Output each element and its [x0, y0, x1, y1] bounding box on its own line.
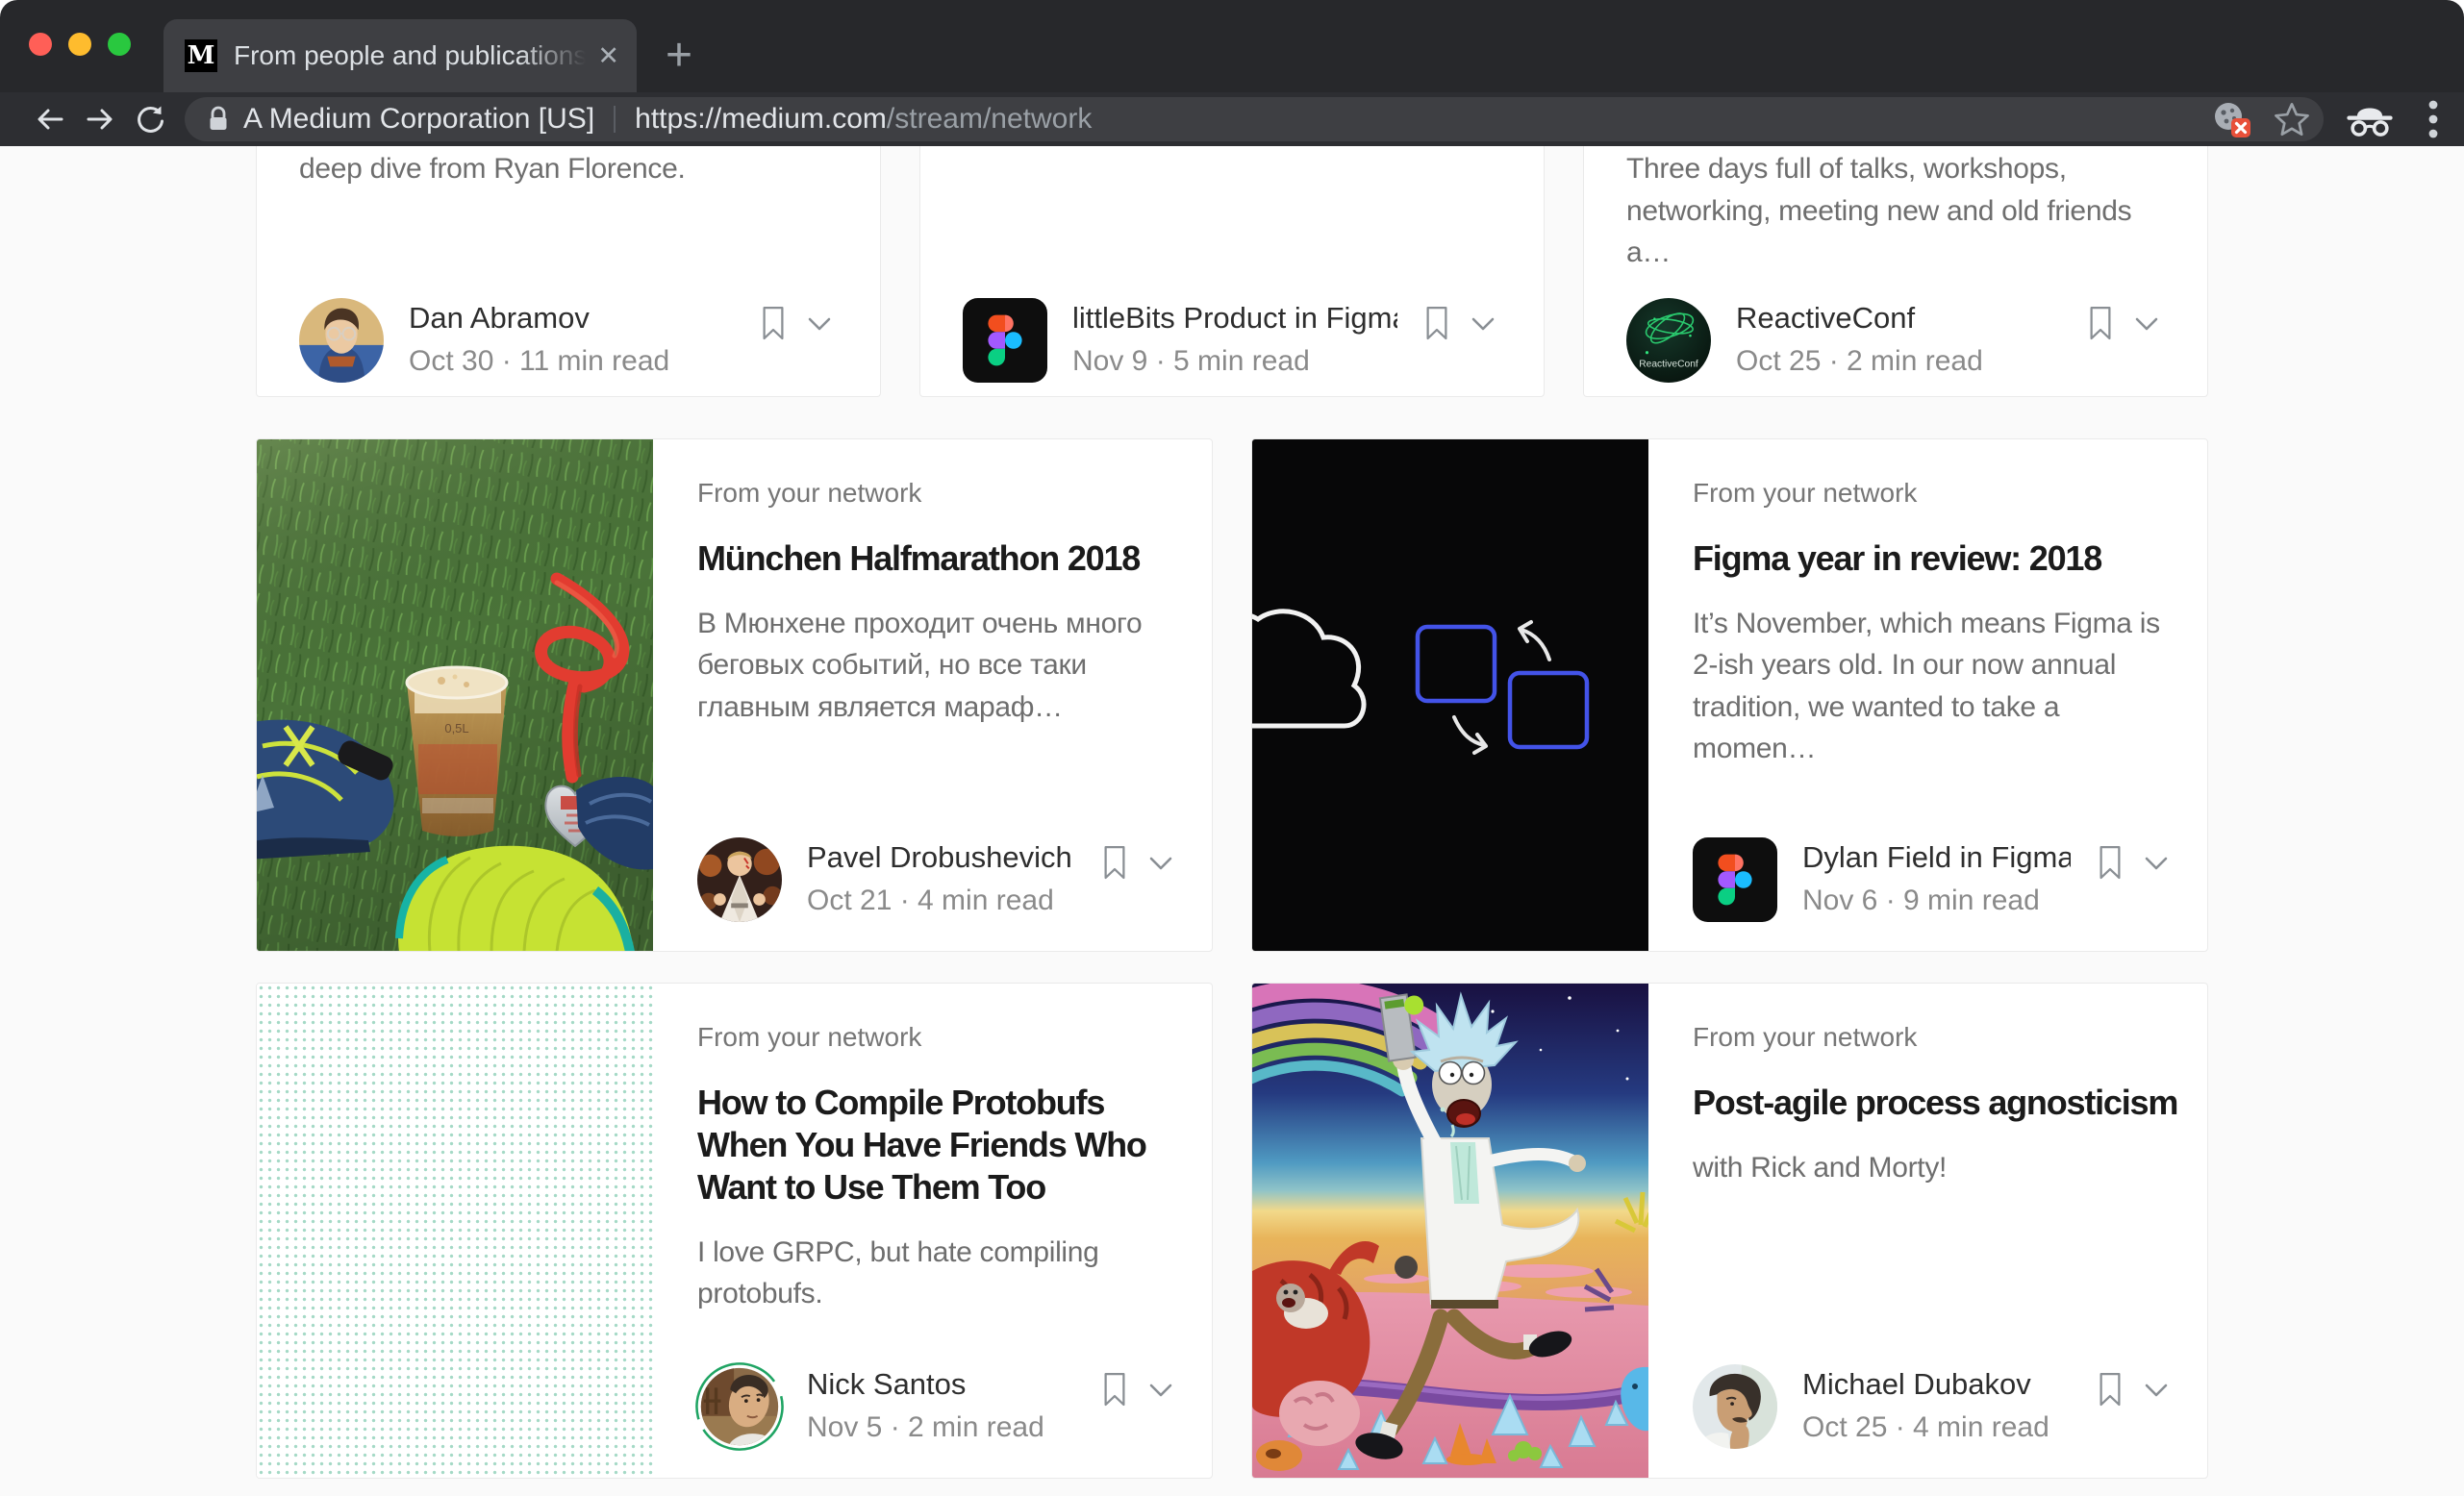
author-name[interactable]: Dylan Field in Figma Des…	[1802, 840, 2071, 875]
tab-strip: M From people and publications y ✕ +	[0, 0, 2464, 92]
medium-network-feed: deep dive from Ryan Florence.	[0, 146, 2464, 1496]
story-card-protobufs[interactable]: From your network How to Compile Protobu…	[256, 983, 1213, 1479]
bookmark-icon[interactable]	[1422, 304, 1451, 342]
url-host: https://medium.com	[635, 103, 887, 136]
author-name[interactable]: Michael Dubakov	[1802, 1367, 2049, 1402]
story-excerpt: It’s November, which means Figma is 2-is…	[1693, 603, 2182, 770]
from-network-label: From your network	[697, 478, 1187, 509]
omnibox-divider	[614, 106, 616, 133]
zoom-window-button[interactable]	[108, 33, 131, 56]
avatar-dan-abramov[interactable]	[299, 298, 384, 383]
medium-favicon: M	[185, 39, 217, 72]
rick-and-morty-cartoon	[1252, 984, 1648, 1478]
grass-medal-photo: 0,5L	[257, 439, 653, 951]
story-meta: Oct 30 · 11 min read	[409, 345, 669, 378]
story-image-rick-morty[interactable]	[1252, 984, 1648, 1478]
story-meta: Oct 21 · 4 min read	[807, 885, 1072, 917]
chevron-down-icon[interactable]	[1148, 843, 1173, 882]
site-identity-chip[interactable]: A Medium Corporation [US]	[208, 103, 594, 136]
story-card-figma-year-review[interactable]: From your network Figma year in review: …	[1251, 438, 2208, 952]
author-name[interactable]: ReactiveConf	[1736, 301, 1983, 336]
close-window-button[interactable]	[29, 33, 52, 56]
back-button[interactable]	[25, 103, 75, 136]
site-identity-text: A Medium Corporation [US]	[243, 103, 594, 136]
from-network-label: From your network	[697, 1022, 1187, 1053]
reload-button[interactable]	[125, 103, 175, 136]
cookie-blocked-icon	[2212, 99, 2252, 139]
from-network-label: From your network	[1693, 478, 2182, 509]
author-name[interactable]: Nick Santos	[807, 1367, 1044, 1402]
avatar-figma-logo[interactable]	[963, 298, 1047, 383]
avatar-nick-santos[interactable]	[694, 1361, 785, 1452]
story-meta: Nov 6 · 9 min read	[1802, 885, 2071, 917]
reload-icon	[134, 103, 166, 136]
browser-tab[interactable]: M From people and publications y ✕	[163, 19, 637, 92]
story-image-figma-review[interactable]	[1252, 439, 1648, 951]
avatar-figma-logo[interactable]	[1693, 837, 1777, 922]
bookmark-icon[interactable]	[2096, 1370, 2125, 1409]
story-card-post-agile[interactable]: From your network Post-agile process agn…	[1251, 983, 2208, 1479]
chevron-down-icon[interactable]	[1471, 304, 1496, 342]
story-card-dan-abramov[interactable]: deep dive from Ryan Florence.	[256, 146, 881, 397]
avatar-michael-dubakov[interactable]	[1693, 1364, 1777, 1449]
story-card-munchen-halfmarathon[interactable]: 0,5L	[256, 438, 1213, 952]
avatar-pavel-drobushevich[interactable]	[697, 837, 782, 922]
bookmark-icon[interactable]	[2096, 843, 2125, 882]
new-tab-button[interactable]: +	[666, 33, 692, 79]
chevron-down-icon[interactable]	[2134, 304, 2159, 342]
tab-close-icon[interactable]: ✕	[597, 43, 619, 69]
browser-window: M From people and publications y ✕ + A M…	[0, 0, 2464, 1496]
story-excerpt: Three days full of talks, workshops, net…	[1626, 148, 2173, 274]
story-title[interactable]: Figma year in review: 2018	[1693, 537, 2182, 580]
bookmark-icon[interactable]	[1100, 1370, 1129, 1409]
story-excerpt: deep dive from Ryan Florence.	[299, 148, 845, 190]
forward-arrow-icon	[84, 103, 116, 136]
back-arrow-icon	[34, 103, 66, 136]
lock-icon	[208, 106, 229, 133]
star-icon	[2274, 101, 2310, 137]
story-title[interactable]: Post-agile process agnosticism	[1693, 1082, 2182, 1124]
story-meta: Oct 25 · 2 min read	[1736, 345, 1983, 378]
story-image-protobufs[interactable]	[257, 984, 653, 1478]
story-title[interactable]: How to Compile Protobufs When You Have F…	[697, 1082, 1187, 1209]
story-image-munchen[interactable]: 0,5L	[257, 439, 653, 951]
url-path: /stream/network	[887, 103, 1092, 136]
avatar-reactiveconf[interactable]: ReactiveConf	[1626, 298, 1711, 383]
cookie-extension-button[interactable]	[2212, 99, 2252, 139]
chevron-down-icon[interactable]	[807, 304, 832, 342]
story-title[interactable]: München Halfmarathon 2018	[697, 537, 1187, 580]
story-card-reactiveconf[interactable]: Three days full of talks, workshops, net…	[1583, 146, 2208, 397]
story-excerpt: В Мюнхене проходит очень много беговых с…	[697, 603, 1187, 729]
minimize-window-button[interactable]	[68, 33, 91, 56]
bookmark-icon[interactable]	[1100, 843, 1129, 882]
chevron-down-icon[interactable]	[1148, 1370, 1173, 1409]
browser-toolbar: A Medium Corporation [US] https://medium…	[0, 92, 2464, 146]
story-meta: Oct 25 · 4 min read	[1802, 1411, 2049, 1444]
tab-title: From people and publications y	[234, 40, 586, 71]
browser-menu-button[interactable]	[2427, 98, 2439, 140]
reactiveconf-avatar-text: ReactiveConf	[1639, 359, 1698, 369]
story-excerpt: with Rick and Morty!	[1693, 1147, 2182, 1189]
story-card-littlebits[interactable]: littleBits Product in Figma D… Nov 9 · 5…	[919, 146, 1545, 397]
cup-volume-text: 0,5L	[444, 721, 468, 736]
forward-button[interactable]	[75, 103, 125, 136]
address-bar[interactable]: A Medium Corporation [US] https://medium…	[185, 97, 2324, 141]
traffic-lights	[29, 33, 131, 56]
author-name[interactable]: Dan Abramov	[409, 301, 669, 336]
story-excerpt: I love GRPC, but hate compiling protobuf…	[697, 1232, 1187, 1315]
bookmark-icon[interactable]	[2086, 304, 2115, 342]
cloud-sync-illustration	[1252, 439, 1648, 951]
chevron-down-icon[interactable]	[2144, 843, 2169, 882]
incognito-icon	[2345, 102, 2395, 137]
author-name[interactable]: littleBits Product in Figma D…	[1072, 301, 1397, 336]
bookmark-icon[interactable]	[759, 304, 788, 342]
dot-grid-pattern	[257, 984, 653, 1478]
author-name[interactable]: Pavel Drobushevich	[807, 840, 1072, 875]
story-meta: Nov 9 · 5 min read	[1072, 345, 1397, 378]
story-meta: Nov 5 · 2 min read	[807, 1411, 1044, 1444]
bookmark-page-button[interactable]	[2274, 101, 2310, 137]
chevron-down-icon[interactable]	[2144, 1370, 2169, 1409]
from-network-label: From your network	[1693, 1022, 2182, 1053]
